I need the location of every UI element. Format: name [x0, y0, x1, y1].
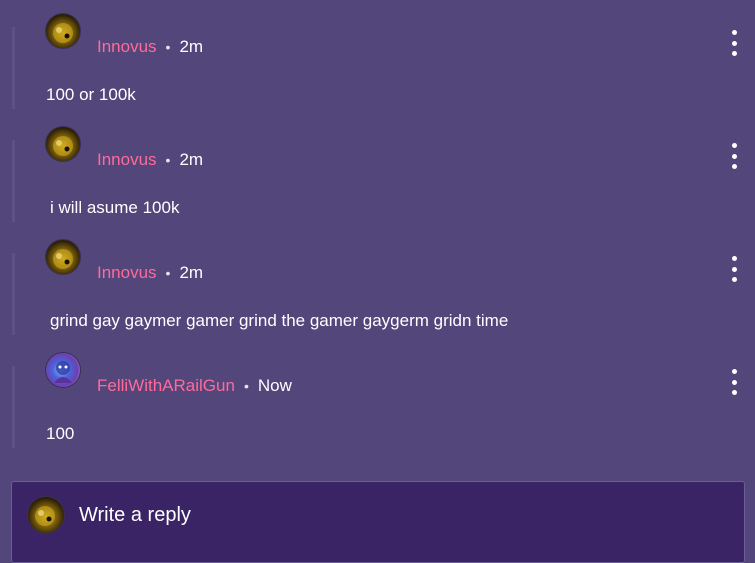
timestamp: 2m: [179, 263, 204, 282]
avatar[interactable]: [46, 14, 80, 48]
more-vertical-icon[interactable]: [729, 256, 739, 282]
username-link[interactable]: FelliWithARailGun: [97, 376, 235, 396]
avatar: [28, 497, 64, 533]
comment-item: FelliWithARailGun • Now 100: [0, 339, 755, 452]
thread-line: [12, 253, 15, 335]
comment-text: grind gay gaymer gamer grind the gamer g…: [50, 311, 509, 330]
avatar[interactable]: [46, 353, 80, 387]
timestamp: 2m: [179, 37, 204, 56]
thread-line: [12, 140, 15, 222]
comment-meta: FelliWithARailGun • Now: [97, 376, 292, 396]
thread-line: [12, 27, 15, 109]
thread-line: [12, 366, 15, 448]
comment-item: Innovus • 2m 100 or 100k: [0, 0, 755, 113]
comment-text: 100 or 100k: [46, 85, 136, 104]
meta-separator: •: [243, 378, 249, 394]
more-vertical-icon[interactable]: [729, 369, 739, 395]
comment-meta: Innovus • 2m: [97, 150, 203, 170]
avatar[interactable]: [46, 240, 80, 274]
comment-meta: Innovus • 2m: [97, 37, 203, 57]
timestamp: 2m: [179, 150, 204, 169]
reply-placeholder[interactable]: Write a reply: [79, 504, 191, 527]
meta-separator: •: [165, 152, 171, 168]
timestamp: Now: [257, 376, 292, 395]
reply-input[interactable]: Write a reply: [11, 481, 745, 563]
meta-separator: •: [165, 39, 171, 55]
avatar[interactable]: [46, 127, 80, 161]
comment-item: Innovus • 2m i will asume 100k: [0, 113, 755, 226]
username-link[interactable]: Innovus: [97, 37, 157, 57]
comment-text: 100: [46, 424, 75, 443]
username-link[interactable]: Innovus: [97, 263, 157, 283]
comment-meta: Innovus • 2m: [97, 263, 203, 283]
meta-separator: •: [165, 265, 171, 281]
comment-text: i will asume 100k: [50, 198, 180, 217]
more-vertical-icon[interactable]: [729, 30, 739, 56]
more-vertical-icon[interactable]: [729, 143, 739, 169]
username-link[interactable]: Innovus: [97, 150, 157, 170]
comment-item: Innovus • 2m grind gay gaymer gamer grin…: [0, 226, 755, 339]
